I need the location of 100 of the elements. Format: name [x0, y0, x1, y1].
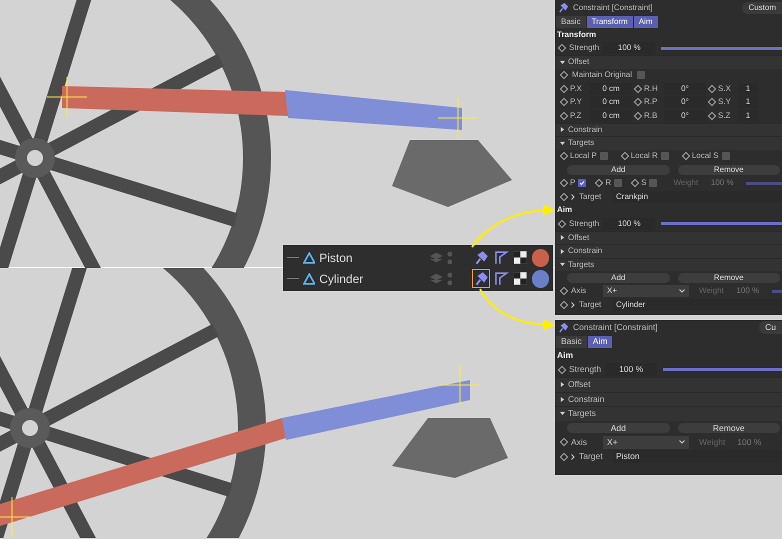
field-label: S.Y: [718, 96, 732, 108]
field-label: Strength: [569, 363, 602, 376]
field-label: R.P: [644, 96, 658, 108]
group-label: Targets: [568, 137, 594, 150]
null-object-icon: [302, 252, 316, 264]
field-label: Axis: [571, 285, 588, 298]
field-label: Weight: [699, 285, 724, 298]
section-heading: Aim: [557, 348, 574, 362]
tab[interactable]: Transform: [586, 16, 633, 28]
mode-button[interactable]: Custom: [742, 2, 782, 14]
field-label: Maintain Original: [572, 69, 632, 82]
field-label: Target: [579, 298, 602, 311]
object-name[interactable]: Piston: [319, 248, 426, 266]
field-label: Weight: [673, 177, 698, 190]
keyframe-icon[interactable]: [595, 179, 604, 188]
flag-tag-icon[interactable]: [494, 250, 509, 265]
field-label: Target: [579, 190, 602, 203]
action-button[interactable]: Add: [567, 164, 670, 175]
collapsed-caret-icon: [560, 235, 565, 240]
field-label: Weight: [699, 436, 726, 449]
expanded-caret-icon: [560, 60, 565, 65]
group-label: Offset: [568, 378, 591, 392]
collapsed-caret-icon: [560, 396, 565, 402]
null-object-icon: [302, 272, 316, 284]
axis-dropdown[interactable]: X+: [603, 436, 689, 449]
group-label: Offset: [568, 232, 590, 244]
visibility-dots-icon[interactable]: [446, 272, 452, 286]
crosshair-icon: [46, 76, 88, 118]
tab[interactable]: Basic: [556, 336, 587, 348]
field-label: Strength: [569, 42, 600, 54]
group-label: Constrain: [568, 392, 604, 406]
group-header[interactable]: Targets: [555, 258, 782, 271]
collapsed-caret-icon: [560, 248, 565, 254]
field-label: P.Z: [570, 110, 582, 122]
field-label: Target: [579, 450, 604, 464]
material-tag-icon[interactable]: [532, 270, 550, 288]
visibility-dots-icon[interactable]: [446, 250, 452, 264]
group-label: Targets: [568, 407, 596, 420]
field-label: Strength: [569, 218, 600, 230]
group-header[interactable]: Offset: [555, 377, 782, 392]
keyframe-icon[interactable]: [682, 152, 690, 160]
group-header[interactable]: Constrain: [555, 122, 782, 136]
checkbox[interactable]: [660, 152, 669, 160]
action-button[interactable]: Remove: [678, 272, 780, 283]
collapsed-caret-icon: [560, 382, 565, 388]
checkbox[interactable]: [722, 152, 730, 160]
field-label: S.Z: [718, 110, 732, 122]
action-button[interactable]: Remove: [678, 422, 780, 433]
group-label: Targets: [568, 258, 594, 271]
group-header[interactable]: Constrain: [555, 392, 782, 406]
layers-icon: [430, 252, 443, 264]
object-name[interactable]: Cylinder: [319, 270, 426, 288]
checkbox[interactable]: [578, 179, 586, 188]
field-label: P.X: [570, 82, 583, 95]
field-label: R: [605, 177, 612, 190]
checkbox[interactable]: [637, 71, 646, 80]
keyframe-icon[interactable]: [630, 179, 640, 188]
action-button[interactable]: Add: [567, 272, 670, 283]
group-header[interactable]: Offset: [555, 230, 782, 244]
pin-icon: [558, 322, 569, 333]
field-label: Local R: [630, 150, 658, 162]
tab[interactable]: Aim: [588, 336, 612, 348]
constraint-tag-icon[interactable]: [472, 269, 490, 288]
field-label: P.Y: [570, 96, 583, 108]
keyframe-icon[interactable]: [560, 152, 568, 160]
group-header[interactable]: Targets: [555, 136, 782, 150]
section-heading: Transform: [557, 28, 596, 41]
checkbox[interactable]: [600, 152, 608, 160]
collapsed-caret-icon: [560, 127, 565, 132]
field-label: R.B: [644, 110, 658, 122]
field-label: Local S: [692, 150, 718, 162]
panel-title: Constraint [Constraint]: [573, 321, 659, 334]
flag-tag-icon[interactable]: [494, 271, 510, 286]
chevron-down-icon: [679, 289, 685, 294]
keyframe-icon[interactable]: [558, 220, 566, 228]
tab[interactable]: Aim: [634, 16, 658, 28]
checker-tag-icon[interactable]: [513, 271, 528, 286]
field-label: P: [570, 177, 576, 190]
checker-tag-icon[interactable]: [512, 250, 528, 265]
group-header[interactable]: Constrain: [555, 244, 782, 258]
axis-dropdown[interactable]: X+: [603, 285, 689, 298]
keyframe-icon[interactable]: [558, 44, 566, 52]
action-button[interactable]: Remove: [678, 164, 780, 175]
layers-icon: [430, 272, 443, 284]
group-header[interactable]: Targets: [555, 406, 782, 420]
checkbox[interactable]: [649, 179, 658, 188]
keyframe-icon[interactable]: [558, 366, 566, 374]
pin-icon: [558, 2, 569, 13]
action-button[interactable]: Add: [567, 422, 670, 433]
section-heading: Aim: [557, 204, 572, 216]
group-header[interactable]: Offset: [555, 55, 782, 68]
checkbox[interactable]: [614, 179, 622, 188]
tab[interactable]: Basic: [556, 16, 586, 28]
material-tag-icon[interactable]: [532, 248, 549, 266]
panel-title: Constraint [Constraint]: [573, 2, 654, 14]
field-label: Local P: [570, 150, 597, 162]
crosshair-icon: [438, 98, 478, 138]
mode-button[interactable]: Cu: [759, 321, 782, 334]
keyframe-icon[interactable]: [620, 152, 629, 160]
group-label: Constrain: [568, 245, 602, 258]
